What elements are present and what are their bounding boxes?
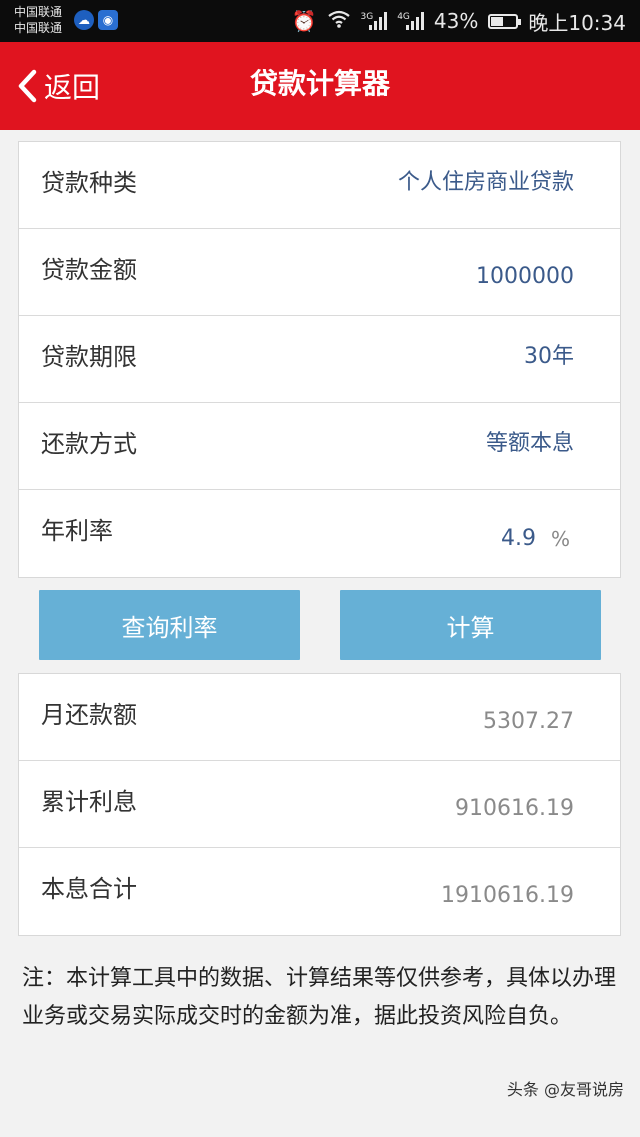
status-right: ⏰ 3G 4G 43% 晚上10:34 [292,0,626,42]
row-label: 贷款种类 [41,169,137,197]
clock: 晚上10:34 [528,10,626,35]
notification-icons: ☁ ◉ [74,10,118,30]
notification-app-icon: ☁ [74,10,94,30]
annual-rate-input[interactable]: 4.9 [501,490,536,588]
row-label: 贷款金额 [41,256,137,284]
battery-icon [488,13,522,29]
carrier-2: 中国联通 [14,21,63,35]
repayment-method-row[interactable]: 还款方式 等额本息 [19,403,620,490]
loan-amount-input[interactable]: 1000000 [476,229,574,325]
net-type-1: 3G [360,12,374,22]
loan-term-row[interactable]: 贷款期限 30年 [19,316,620,403]
alarm-icon: ⏰ [291,9,317,33]
back-label: 返回 [44,71,101,104]
row-label: 累计利息 [41,788,137,816]
loan-term-value[interactable]: 30年 [524,316,574,398]
row-label: 贷款期限 [41,343,137,371]
query-rate-button[interactable]: 查询利率 [39,590,300,660]
disclaimer-note: 注：本计算工具中的数据、计算结果等仅供参考，具体以办理业务或交易实际成交时的金额… [22,966,617,1029]
row-label: 月还款额 [41,701,137,729]
percent-unit: % [550,527,570,551]
row-label: 还款方式 [41,430,137,458]
loan-type-row[interactable]: 贷款种类 个人住房商业贷款 [19,142,620,229]
battery-percent: 43% [433,9,479,33]
status-bar: 中国联通 中国联通 ☁ ◉ ⏰ 3G 4G 43% 晚上10:34 [0,0,640,42]
signal-4g: 4G [397,12,424,30]
notification-app-icon-2: ◉ [98,10,118,30]
row-label: 年利率 [41,517,113,545]
watermark: 头条 @友哥说房 [506,1080,624,1099]
total-interest-value: 910616.19 [455,796,574,821]
wifi-icon [327,9,351,33]
row-label: 本息合计 [41,875,137,903]
monthly-payment-value: 5307.27 [483,709,574,734]
loan-amount-row[interactable]: 贷款金额 1000000 [19,229,620,316]
back-button[interactable]: 返回 [16,42,100,130]
signal-3g: 3G [361,12,388,30]
net-type-2: 4G [397,12,410,22]
loan-form: 贷款种类 个人住房商业贷款 贷款金额 1000000 贷款期限 30年 还款方式… [18,141,621,578]
title-bar: 返回 贷款计算器 [0,42,640,130]
results-panel: 月还款额 5307.27 累计利息 910616.19 本息合计 1910616… [18,673,621,936]
calculate-button[interactable]: 计算 [340,590,601,660]
total-payment-value: 1910616.19 [441,883,574,908]
annual-rate-row[interactable]: 年利率 4.9 % [19,490,620,577]
total-payment-row: 本息合计 1910616.19 [19,848,620,935]
carrier-1: 中国联通 [14,5,63,19]
carrier-info: 中国联通 中国联通 [14,4,62,36]
loan-type-value[interactable]: 个人住房商业贷款 [398,142,574,224]
repayment-method-value[interactable]: 等额本息 [486,403,574,485]
monthly-payment-row: 月还款额 5307.27 [19,674,620,761]
chevron-left-icon [18,69,37,103]
total-interest-row: 累计利息 910616.19 [19,761,620,848]
